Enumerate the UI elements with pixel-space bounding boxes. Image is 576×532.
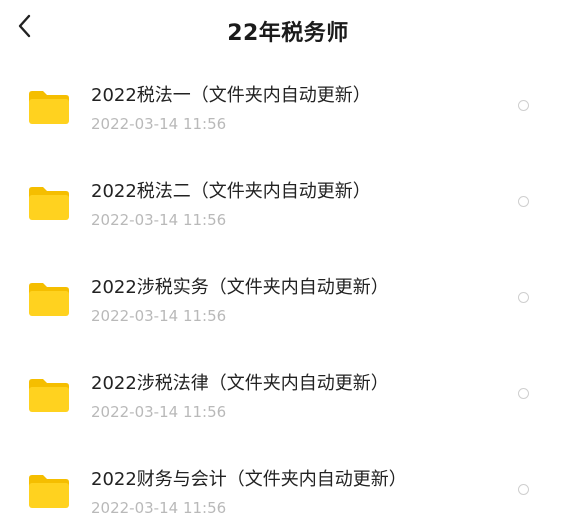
select-radio[interactable] [518,100,529,111]
folder-date: 2022-03-14 11:56 [91,115,227,133]
folder-row[interactable]: 2022税法二（文件夹内自动更新） 2022-03-14 11:56 [0,156,576,252]
folder-row[interactable]: 2022涉税法律（文件夹内自动更新） 2022-03-14 11:56 [0,348,576,444]
app-screen: 22年税务师 2022税法一（文件夹内自动更新） 2022-03-14 11:5… [0,0,576,532]
select-radio[interactable] [518,388,529,399]
folder-date: 2022-03-14 11:56 [91,499,227,517]
folder-icon [27,376,71,414]
folder-list: 2022税法一（文件夹内自动更新） 2022-03-14 11:56 2022税… [0,60,576,532]
folder-name: 2022涉税法律（文件夹内自动更新） [91,373,389,394]
folder-name: 2022税法二（文件夹内自动更新） [91,181,371,202]
folder-row[interactable]: 2022税法一（文件夹内自动更新） 2022-03-14 11:56 [0,60,576,156]
select-radio[interactable] [518,484,529,495]
folder-icon [27,88,71,126]
folder-date: 2022-03-14 11:56 [91,307,227,325]
select-radio[interactable] [518,292,529,303]
select-radio[interactable] [518,196,529,207]
folder-date: 2022-03-14 11:56 [91,403,227,421]
folder-icon [27,472,71,510]
folder-row[interactable]: 2022财务与会计（文件夹内自动更新） 2022-03-14 11:56 [0,444,576,532]
folder-icon [27,184,71,222]
page-title: 22年税务师 [227,21,349,46]
folder-name: 2022涉税实务（文件夹内自动更新） [91,277,389,298]
folder-icon [27,280,71,318]
folder-name: 2022财务与会计（文件夹内自动更新） [91,469,407,490]
folder-date: 2022-03-14 11:56 [91,211,227,229]
header-bar: 22年税务师 [0,0,576,62]
folder-name: 2022税法一（文件夹内自动更新） [91,85,371,106]
folder-row[interactable]: 2022涉税实务（文件夹内自动更新） 2022-03-14 11:56 [0,252,576,348]
